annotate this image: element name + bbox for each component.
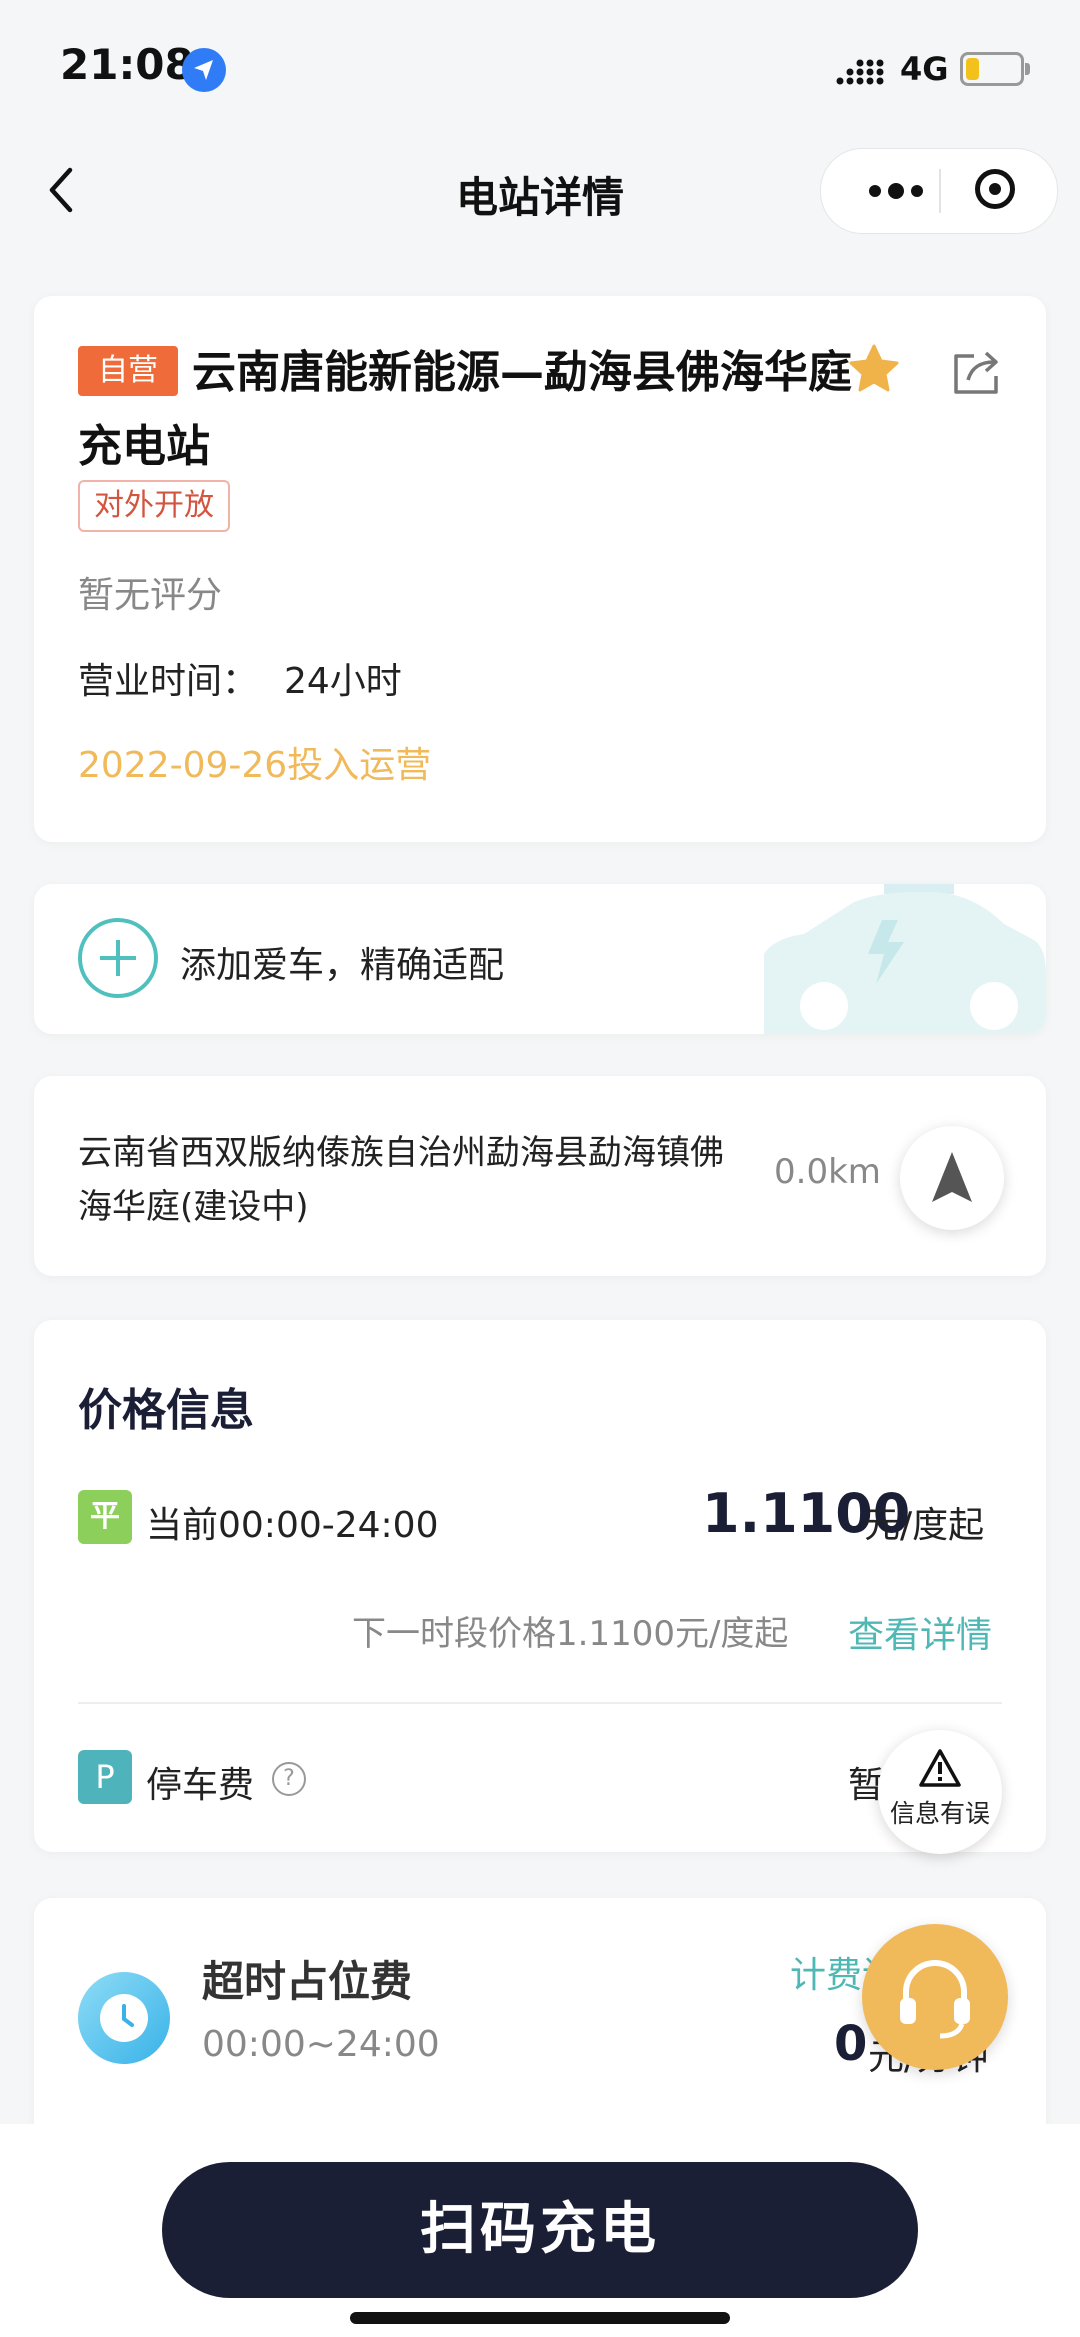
add-icon[interactable] xyxy=(78,918,158,998)
battery-icon xyxy=(960,52,1030,86)
share-icon[interactable] xyxy=(948,344,1004,400)
price-section-title: 价格信息 xyxy=(78,1385,254,1436)
home-indicator xyxy=(350,2312,730,2324)
add-car-label: 添加爱车，精确适配 xyxy=(180,945,505,986)
overtime-time-range: 00:00~24:00 xyxy=(202,2024,440,2065)
signal-icon xyxy=(836,59,884,85)
navigation-arrow-icon xyxy=(932,1152,972,1202)
add-car-card[interactable]: 添加爱车，精确适配 xyxy=(34,884,1046,1034)
hours-label: 营业时间： xyxy=(78,661,259,702)
more-icon[interactable] xyxy=(851,149,941,233)
customer-service-button[interactable] xyxy=(862,1924,1008,2070)
rating-text: 暂无评分 xyxy=(78,575,223,616)
help-icon[interactable]: ? xyxy=(272,1762,306,1796)
flat-rate-badge: 平 xyxy=(78,1490,132,1544)
price-unit: 元/度起 xyxy=(864,1505,985,1546)
self-operated-tag: 自营 xyxy=(78,346,178,396)
current-period: 当前00:00-24:00 xyxy=(146,1505,439,1546)
divider xyxy=(78,1702,1002,1704)
operation-date: 2022-09-26投入运营 xyxy=(78,745,432,786)
station-name: 云南唐能新能源—勐海县佛海华庭充电站 xyxy=(78,347,852,472)
favorite-star-icon[interactable] xyxy=(844,340,904,400)
hours-value: 24小时 xyxy=(284,661,402,702)
bottom-bar: 扫码充电 xyxy=(0,2124,1080,2337)
warning-icon xyxy=(919,1749,961,1787)
network-type: 4G xyxy=(900,50,949,88)
scan-to-charge-button[interactable]: 扫码充电 xyxy=(162,2162,918,2298)
next-period-price: 下一时段价格1.1100元/度起 xyxy=(352,1614,789,1654)
parking-fee-label: 停车费 xyxy=(146,1765,255,1806)
station-address: 云南省西双版纳傣族自治州勐海县勐海镇佛海华庭(建设中) xyxy=(78,1133,724,1227)
address-card: 云南省西双版纳傣族自治州勐海县勐海镇佛海华庭(建设中) 0.0km xyxy=(34,1076,1046,1276)
navigate-button[interactable] xyxy=(900,1126,1004,1230)
status-bar: 21:08 4G xyxy=(0,0,1080,130)
location-arrow-icon xyxy=(182,48,226,92)
nav-bar: 电站详情 xyxy=(0,140,1080,240)
overtime-fee-title: 超时占位费 xyxy=(202,1957,413,2006)
capsule-divider xyxy=(939,169,941,213)
distance: 0.0km xyxy=(774,1152,881,1192)
ev-car-illustration xyxy=(764,884,1046,1034)
report-error-label: 信息有误 xyxy=(889,1799,990,1828)
station-info-card: 云南唐能新能源—勐海县佛海华庭充电站 自营 对外开放 暂无评分 营业时间： 24… xyxy=(34,296,1046,842)
status-time: 21:08 xyxy=(60,40,194,89)
parking-icon: P xyxy=(78,1750,132,1804)
clock-icon xyxy=(78,1972,170,2064)
close-target-icon[interactable] xyxy=(975,169,1015,209)
report-error-button[interactable]: 信息有误 xyxy=(878,1730,1002,1854)
open-to-public-tag: 对外开放 xyxy=(78,480,230,532)
view-details-link[interactable]: 查看详情 xyxy=(848,1606,992,1658)
headset-icon xyxy=(900,1960,970,2039)
mini-program-capsule xyxy=(820,148,1058,234)
